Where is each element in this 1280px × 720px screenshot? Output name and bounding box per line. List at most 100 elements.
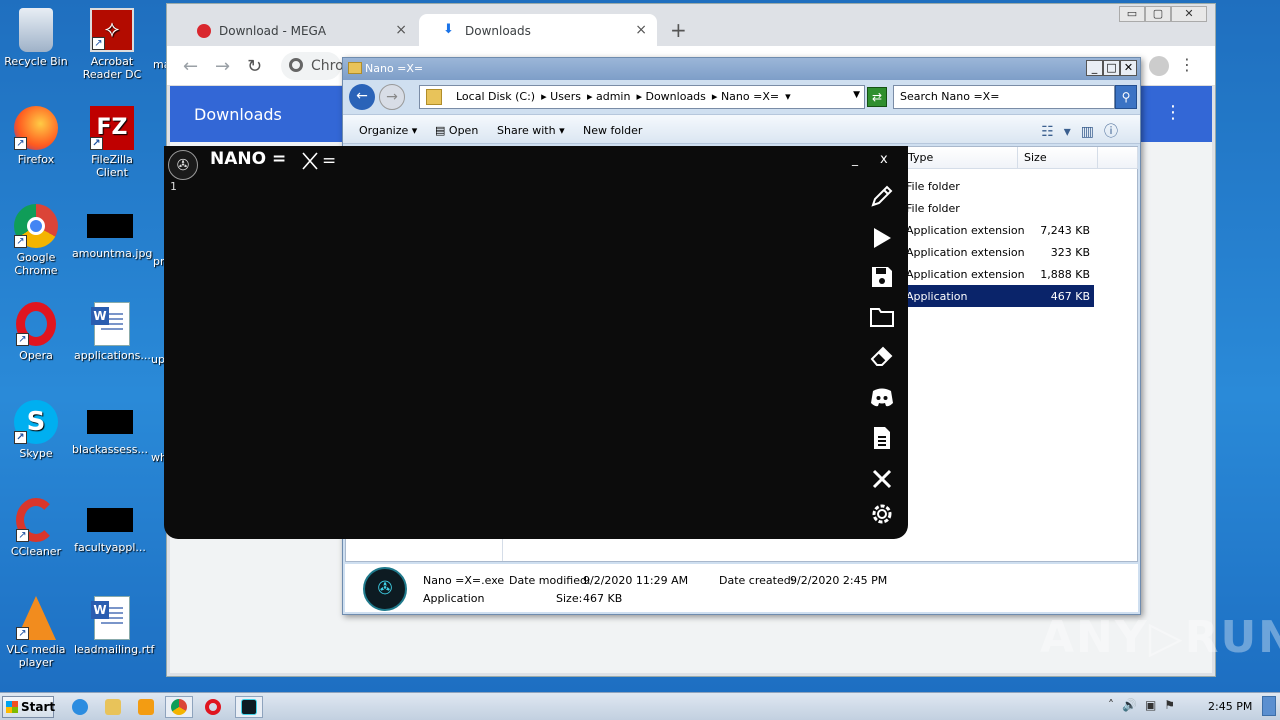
desktop-icon-acrobat[interactable]: ⟡ ↗ Acrobat Reader DC: [74, 8, 150, 81]
open-folder-icon: [870, 308, 894, 327]
partial-desktop-label: pr: [153, 255, 165, 268]
folder-icon: [348, 62, 362, 74]
maximize-button[interactable]: ▢: [1145, 6, 1171, 22]
column-header-size[interactable]: Size: [1018, 147, 1098, 169]
table-row[interactable]: Application extension 1,888 KB: [902, 263, 1094, 285]
desktop-icon-blackassess[interactable]: blackassess...: [72, 400, 148, 456]
open-button[interactable]: ▤ Open: [435, 124, 478, 137]
chrome-menu-icon[interactable]: ⋮: [1179, 55, 1195, 74]
open-folder-button[interactable]: [867, 303, 897, 331]
ie-icon: [72, 699, 88, 715]
run-icon: [874, 228, 891, 248]
minimize-button[interactable]: _: [1086, 60, 1103, 76]
nano-title: NANO =: [210, 149, 287, 169]
breadcrumb[interactable]: Local Disk (C:): [456, 90, 535, 103]
word-document-icon: W: [91, 302, 130, 346]
nano-minimize-button[interactable]: _: [852, 152, 858, 166]
view-options-icons[interactable]: ☷▾▥ⓘ: [1041, 121, 1128, 141]
desktop-icon-facultyappl[interactable]: facultyappl...: [72, 498, 148, 554]
column-header-extra[interactable]: [1098, 147, 1138, 169]
chrome-tab-strip: Download - MEGA × ⬇ Downloads × + ▭ ▢ ✕: [167, 4, 1215, 46]
new-folder-button[interactable]: New folder: [583, 124, 642, 137]
line-number: 1: [170, 180, 177, 193]
search-input[interactable]: Search Nano =X=: [893, 85, 1115, 109]
refresh-icon[interactable]: ⇄: [867, 87, 887, 107]
share-with-button[interactable]: Share with ▾: [497, 124, 565, 137]
chevron-down-icon[interactable]: ▼: [853, 90, 860, 100]
document-icon: [874, 427, 890, 449]
settings-button[interactable]: [867, 500, 897, 528]
address-bar[interactable]: Local Disk (C:) ▸ Users ▸ admin ▸ Downloads…: [419, 85, 865, 109]
acrobat-icon: ⟡ ↗: [90, 8, 134, 52]
eraser-icon: [870, 346, 893, 366]
taskbar-clock[interactable]: 2:45 PM: [1208, 700, 1252, 713]
close-button[interactable]: ✕: [1120, 60, 1137, 76]
desktop-icon-skype[interactable]: S ↗ Skype: [0, 400, 74, 460]
reload-icon[interactable]: ↻: [247, 56, 262, 77]
date-modified-label: Date modified:: [509, 574, 591, 587]
new-tab-button[interactable]: +: [670, 18, 687, 42]
desktop-icon-applications[interactable]: W applications...: [74, 302, 151, 362]
tab-close-icon[interactable]: ×: [635, 22, 647, 38]
minimize-button[interactable]: ▭: [1119, 6, 1145, 22]
close-button[interactable]: ✕: [1171, 6, 1207, 22]
search-icon[interactable]: ⚲: [1115, 85, 1137, 109]
desktop-icon-amountma[interactable]: amountma.jpg: [72, 204, 152, 260]
table-row[interactable]: File folder: [902, 175, 1094, 197]
opera-icon: ↗: [16, 302, 56, 346]
image-thumbnail: [87, 410, 133, 434]
desktop-icon-firefox[interactable]: ↗ Firefox: [0, 106, 74, 166]
tab-download-mega[interactable]: Download - MEGA ×: [173, 14, 417, 46]
desktop-icon-vlc[interactable]: ↗ VLC media player: [0, 596, 74, 669]
breadcrumb[interactable]: admin: [596, 90, 630, 103]
desktop-icon-leadmailing[interactable]: W leadmailing.rtf: [74, 596, 154, 656]
profile-avatar[interactable]: [1149, 56, 1169, 76]
desktop-icon-filezilla[interactable]: FZ ↗ FileZilla Client: [74, 106, 150, 179]
x-logo-icon: [302, 152, 318, 170]
folder-icon: [426, 89, 442, 105]
organize-button[interactable]: Organize ▾: [359, 124, 417, 137]
edit-button[interactable]: [867, 182, 897, 210]
nano-title-suffix: =: [322, 151, 337, 171]
desktop-icon-chrome[interactable]: ↗ Google Chrome: [0, 204, 74, 277]
maximize-button[interactable]: □: [1103, 60, 1120, 76]
taskbar-nano[interactable]: [235, 696, 263, 718]
breadcrumb[interactable]: Downloads: [645, 90, 705, 103]
tools-button[interactable]: [867, 465, 897, 493]
run-button[interactable]: [867, 224, 897, 252]
breadcrumb[interactable]: Users: [550, 90, 581, 103]
vlc-icon: ↗: [16, 596, 56, 640]
script-list-button[interactable]: [867, 424, 897, 452]
tab-close-icon[interactable]: ×: [395, 22, 407, 38]
desktop-icon-opera[interactable]: ↗ Opera: [0, 302, 74, 362]
show-desktop-button[interactable]: [1262, 696, 1276, 716]
recycle-bin-icon: [19, 8, 53, 52]
downloads-menu-icon[interactable]: ⋮: [1164, 102, 1182, 123]
table-row[interactable]: File folder: [902, 197, 1094, 219]
column-header-type[interactable]: Type: [902, 147, 1018, 169]
discord-button[interactable]: [867, 383, 897, 411]
table-row[interactable]: Application extension 323 KB: [902, 241, 1094, 263]
desktop-icon-recycle-bin[interactable]: Recycle Bin: [0, 8, 74, 68]
system-tray[interactable]: ˄🔊▣⚑: [1108, 698, 1183, 712]
tab-downloads[interactable]: ⬇ Downloads ×: [419, 14, 657, 46]
clear-button[interactable]: [867, 342, 897, 370]
code-editor-area[interactable]: [182, 176, 852, 526]
start-button[interactable]: Start: [2, 696, 55, 718]
forward-icon[interactable]: →: [379, 84, 405, 110]
nano-close-button[interactable]: x: [880, 152, 888, 167]
taskbar-opera[interactable]: [199, 696, 227, 718]
taskbar-explorer[interactable]: [99, 696, 127, 718]
taskbar-chrome[interactable]: [165, 696, 193, 718]
desktop-icon-ccleaner[interactable]: ↗ CCleaner: [0, 498, 74, 558]
back-icon[interactable]: ←: [349, 84, 375, 110]
breadcrumb[interactable]: Nano =X=: [721, 90, 779, 103]
back-icon[interactable]: ←: [183, 56, 198, 77]
taskbar-media-player[interactable]: [132, 696, 160, 718]
save-button[interactable]: [867, 263, 897, 291]
omnibox[interactable]: Chro: [281, 52, 344, 80]
forward-icon[interactable]: →: [215, 56, 230, 77]
table-row[interactable]: Application extension 7,243 KB: [902, 219, 1094, 241]
table-row-selected[interactable]: Application 467 KB: [902, 285, 1094, 307]
taskbar-ie[interactable]: [66, 696, 94, 718]
